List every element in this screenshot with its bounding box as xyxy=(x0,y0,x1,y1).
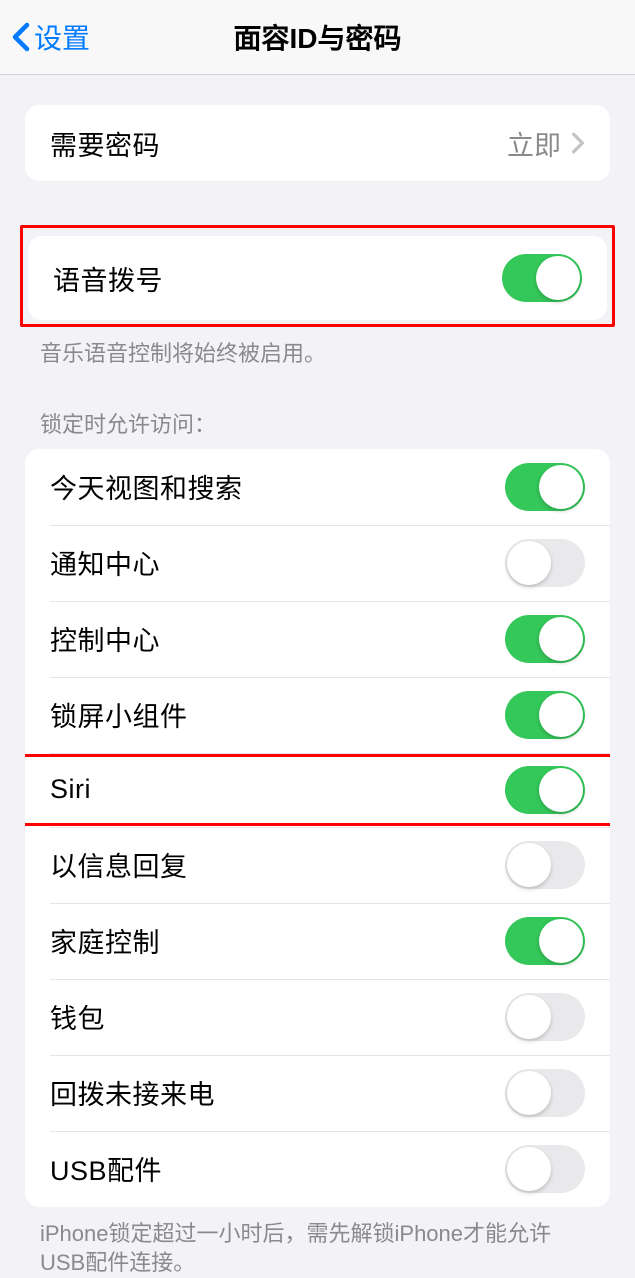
highlight-voice-dial: 语音拨号 xyxy=(20,225,615,327)
lock-access-row[interactable]: Siri xyxy=(25,753,610,827)
lock-access-item-label: 通知中心 xyxy=(50,543,160,582)
lock-access-item-label: 家庭控制 xyxy=(50,921,160,960)
lock-access-toggle[interactable] xyxy=(505,463,585,511)
lock-access-row[interactable]: 家庭控制 xyxy=(25,903,610,979)
lock-access-toggle[interactable] xyxy=(505,841,585,889)
require-passcode-label: 需要密码 xyxy=(50,124,160,163)
lock-access-toggle[interactable] xyxy=(505,993,585,1041)
require-passcode-value: 立即 xyxy=(507,124,561,163)
lock-access-row[interactable]: 控制中心 xyxy=(25,601,610,677)
back-label: 设置 xyxy=(34,17,90,57)
lock-access-row[interactable]: USB配件 xyxy=(25,1131,610,1207)
voice-dial-toggle[interactable] xyxy=(502,254,582,302)
lock-access-item-label: Siri xyxy=(50,774,91,805)
lock-access-footer: iPhone锁定超过一小时后，需先解锁iPhone才能允许USB配件连接。 xyxy=(0,1207,635,1278)
lock-access-toggle[interactable] xyxy=(505,766,585,814)
lock-access-toggle[interactable] xyxy=(505,539,585,587)
lock-access-item-label: 锁屏小组件 xyxy=(50,695,188,734)
lock-access-section: 今天视图和搜索通知中心控制中心锁屏小组件 Siri 以信息回复家庭控制钱包回拨未接来… xyxy=(25,449,610,1207)
lock-access-row[interactable]: 以信息回复 xyxy=(25,827,610,903)
lock-access-row[interactable]: 回拨未接来电 xyxy=(25,1055,610,1131)
voice-dial-label: 语音拨号 xyxy=(53,259,163,298)
page-title: 面容ID与密码 xyxy=(233,17,401,57)
lock-access-toggle[interactable] xyxy=(505,615,585,663)
chevron-right-icon xyxy=(571,132,585,154)
lock-access-toggle[interactable] xyxy=(505,691,585,739)
require-passcode-section: 需要密码 立即 xyxy=(25,105,610,181)
lock-access-toggle[interactable] xyxy=(505,1145,585,1193)
lock-access-toggle[interactable] xyxy=(505,1069,585,1117)
lock-access-header: 锁定时允许访问： xyxy=(0,407,635,449)
lock-access-item-label: 回拨未接来电 xyxy=(50,1073,215,1112)
lock-access-row[interactable]: 今天视图和搜索 xyxy=(25,449,610,525)
lock-access-item-label: 以信息回复 xyxy=(50,845,188,884)
lock-access-item-label: 控制中心 xyxy=(50,619,160,658)
back-button[interactable]: 设置 xyxy=(12,17,90,57)
lock-access-item-label: USB配件 xyxy=(50,1149,162,1188)
lock-access-row[interactable]: 锁屏小组件 xyxy=(25,677,610,753)
lock-access-toggle[interactable] xyxy=(505,917,585,965)
chevron-left-icon xyxy=(12,22,30,52)
voice-dial-row[interactable]: 语音拨号 xyxy=(28,236,607,320)
navbar: 设置 面容ID与密码 xyxy=(0,0,635,75)
lock-access-item-label: 今天视图和搜索 xyxy=(50,467,243,506)
voice-dial-section: 语音拨号 xyxy=(28,236,607,320)
lock-access-item-label: 钱包 xyxy=(50,997,105,1036)
lock-access-row[interactable]: 通知中心 xyxy=(25,525,610,601)
require-passcode-row[interactable]: 需要密码 立即 xyxy=(25,105,610,181)
voice-dial-footer: 音乐语音控制将始终被启用。 xyxy=(0,327,635,369)
lock-access-row[interactable]: 钱包 xyxy=(25,979,610,1055)
